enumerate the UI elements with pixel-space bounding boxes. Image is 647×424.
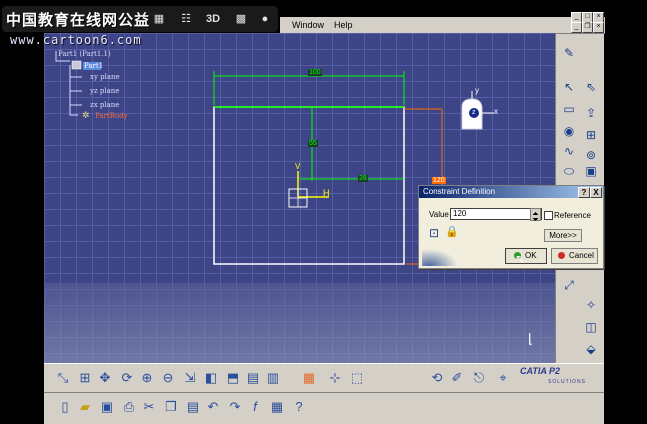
ellipse-icon[interactable]: ⊚ [583,147,599,163]
trim-icon[interactable]: ⤢ [561,277,577,293]
mode-3d-button[interactable]: 3D [204,11,222,27]
sketch-icon[interactable]: ✐ [448,369,466,387]
cancel-label: Cancel [569,251,594,260]
zoom-in-icon[interactable]: ⊕ [138,369,156,387]
doc-minimize-button[interactable]: _ [571,22,582,33]
rotate-icon[interactable]: ⟳ [118,369,136,387]
dialog-titlebar[interactable]: Constraint Definition ? X [419,186,603,198]
fit-all-icon[interactable]: ⤡ [54,369,72,387]
swap-icon[interactable]: ▥ [264,369,282,387]
lock-icon: 🔒 [445,226,459,238]
settings-icon[interactable]: ☷ [177,11,195,27]
export-icon[interactable]: ⇪ [583,105,599,121]
pan-icon[interactable]: ⊞ [76,369,94,387]
print-icon[interactable]: ⎙ [120,398,138,416]
axis-triad-icon: ⌊ [528,331,534,346]
compass-icon[interactable]: ⌖ [494,369,512,387]
status-bar [44,420,604,424]
whats-this-icon[interactable]: ? [290,398,308,416]
circle-icon[interactable]: ◉ [561,123,577,139]
grid-icon[interactable]: ▦ [300,369,318,387]
compass-z-label: z [472,109,476,116]
paste-icon[interactable]: ▤ [184,398,202,416]
screen-frame-right [604,17,647,424]
open-icon[interactable]: ▰ [76,398,94,416]
constraint-definition-dialog: Constraint Definition ? X Value 120 Refe… [418,185,604,269]
mouse-cursor-icon: ↖ [515,252,526,266]
update-icon[interactable]: ⟲ [428,369,446,387]
doc-close-button[interactable]: × [593,22,604,33]
site-url: www.cartoon6.com [10,33,142,47]
qr-icon[interactable]: ▩ [232,11,250,27]
project-icon[interactable]: ⬙ [583,341,599,357]
reference-checkbox[interactable] [544,211,553,220]
profile-icon[interactable]: ▣ [583,163,599,179]
dimension-vertical[interactable]: 55 [308,140,318,147]
rectangle-icon[interactable]: ▭ [561,101,577,117]
dialog-close-button[interactable]: X [590,187,602,198]
dialog-title: Constraint Definition [423,187,496,196]
ok-label: OK [525,251,537,260]
formula-icon[interactable]: f [246,398,264,416]
menu-window[interactable]: Window [292,20,324,30]
dimension-right[interactable]: 120 [432,177,446,184]
constraint-icon[interactable]: ⊞ [583,127,599,143]
constraint-type-icon: ⊡ [429,226,440,240]
more-button[interactable]: More>> [544,229,582,242]
undo-icon[interactable]: ↶ [204,398,222,416]
value-spinner[interactable] [530,208,541,221]
standard-toolbar: ▯ ▰ ▣ ⎙ ✂ ❐ ▤ ↶ ↷ f ▦ ? [44,392,604,421]
spinner-arrows-icon [532,212,539,221]
break-icon[interactable]: ✧ [583,297,599,313]
compass-y-label: y [475,86,479,95]
menu-bar: Window Help _ □ × _ ❐ × [280,12,605,34]
dimension-offset[interactable]: 28 [358,175,368,182]
render-icon[interactable]: ⬒ [224,369,242,387]
view-mode-icon[interactable]: ◧ [202,369,220,387]
catia-solutions-label: SOLUTIONS [548,379,586,385]
cancel-dot-icon [558,252,565,259]
new-icon[interactable]: ▯ [56,398,74,416]
reference-label: Reference [554,211,591,220]
mirror-icon[interactable]: ◫ [583,319,599,335]
save-icon[interactable]: ▣ [98,398,116,416]
select-icon[interactable]: ↖ [561,79,577,95]
hide-show-icon[interactable]: ▤ [244,369,262,387]
value-input[interactable]: 120 [450,208,542,220]
zoom-out-icon[interactable]: ⊖ [159,369,177,387]
conic-icon[interactable]: ⬭ [561,163,577,179]
menu-help[interactable]: Help [334,20,353,30]
redo-icon[interactable]: ↷ [226,398,244,416]
ok-button[interactable]: OK [505,248,547,264]
move-icon[interactable]: ✥ [96,369,114,387]
axis-v-label: V [295,162,301,171]
chat-icon[interactable]: ● [256,11,274,27]
catia-logo: CATIA P2 [520,366,561,376]
image-icon[interactable]: ▦ [150,11,168,27]
snap-icon[interactable]: ⊹ [326,369,344,387]
axis-h-label: H [323,188,330,198]
spline-icon[interactable]: ∿ [561,143,577,159]
select-arrow-icon[interactable]: ⇖ [583,79,599,95]
compass-x-label: x [494,107,498,116]
normal-view-icon[interactable]: ⇲ [181,369,199,387]
sketch-tool-icon[interactable]: ✎ [561,45,577,61]
value-label: Value [429,210,449,219]
construction-icon[interactable]: ⬚ [348,369,366,387]
exit-sketch-icon[interactable]: ⎋ [470,369,488,387]
dialog-help-button[interactable]: ? [578,187,590,198]
doc-restore-button[interactable]: ❐ [582,22,593,33]
site-logo: 中国教育在线网公益 [6,12,151,29]
dialog-scene-graphic [422,249,458,266]
copy-icon[interactable]: ❐ [162,398,180,416]
dimension-width[interactable]: 100 [308,69,322,76]
cancel-button[interactable]: Cancel [551,248,598,264]
table-icon[interactable]: ▦ [268,398,286,416]
cut-icon[interactable]: ✂ [140,398,158,416]
